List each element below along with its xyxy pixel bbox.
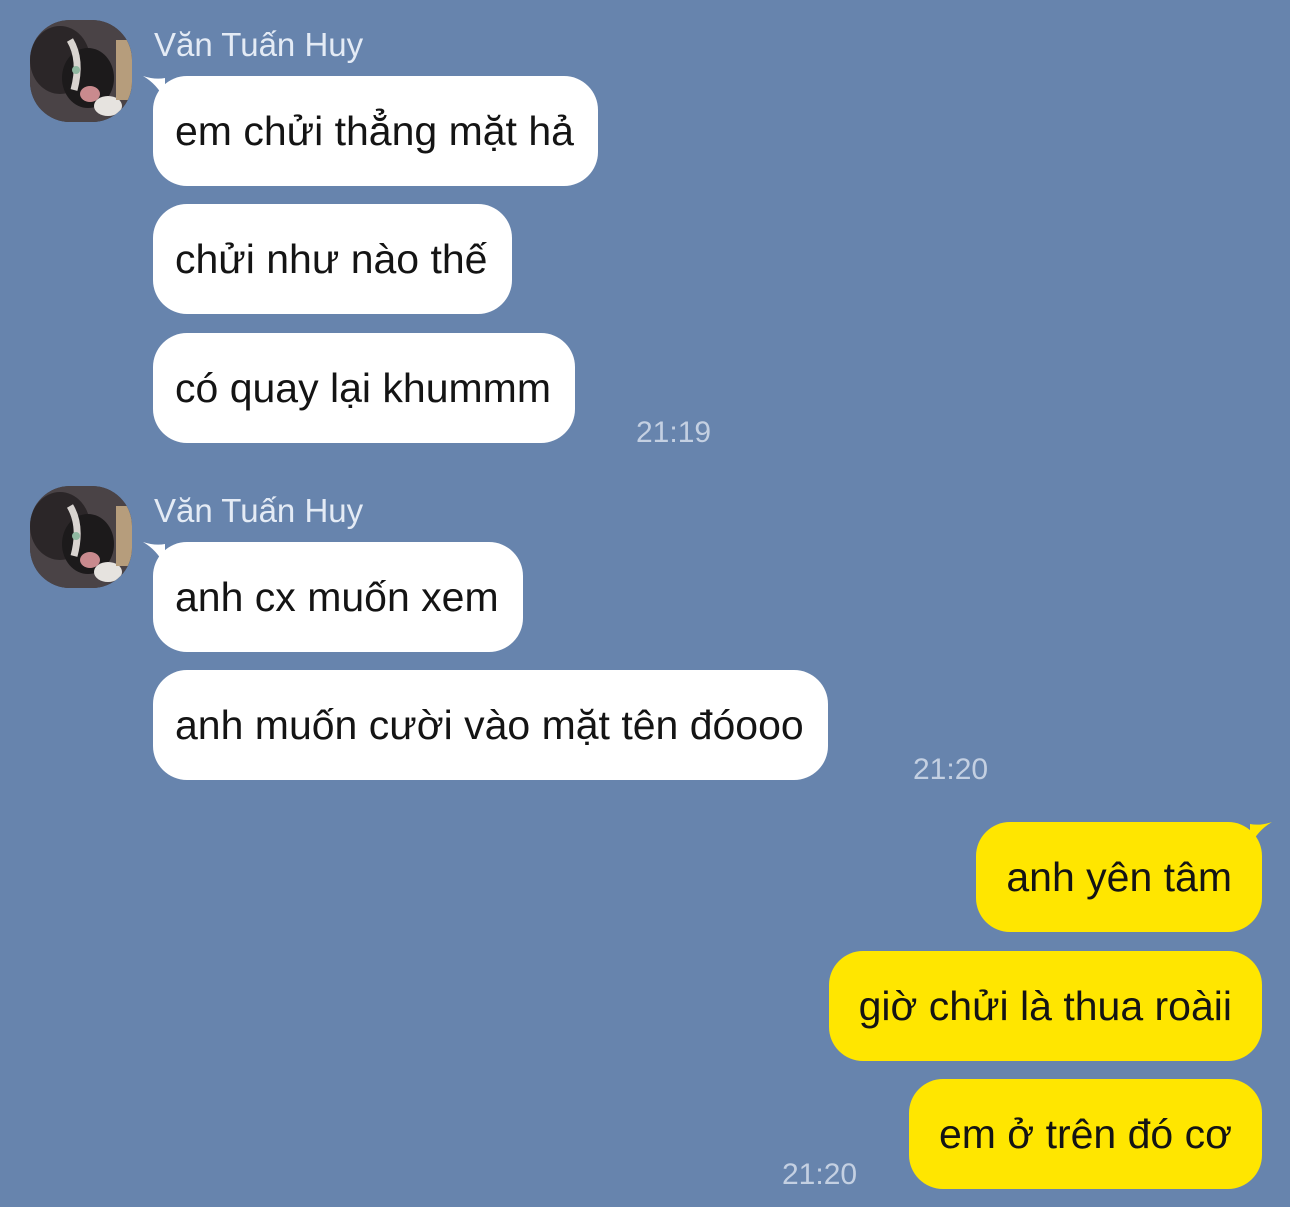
message-bubble-incoming[interactable]: anh cx muốn xem <box>143 542 523 652</box>
cat-avatar-icon <box>30 486 132 588</box>
message-timestamp: 21:20 <box>913 753 989 786</box>
message-bubble-incoming[interactable]: chửi như nào thế <box>153 204 512 314</box>
message-text: giờ chửi là thua roàii <box>858 983 1232 1029</box>
message-text: có quay lại khummm <box>175 365 551 411</box>
message-timestamp: 21:19 <box>636 416 712 449</box>
message-text: em chửi thẳng mặt hả <box>175 108 574 154</box>
bubble-tail-icon <box>1250 822 1272 846</box>
message-text: chửi như nào thế <box>175 236 488 282</box>
message-bubble-outgoing[interactable]: em ở trên đó cơ <box>908 1079 1262 1189</box>
bubble-tail-icon <box>143 542 165 566</box>
message-bubble-incoming[interactable]: em chửi thẳng mặt hả <box>143 76 598 186</box>
sender-avatar[interactable] <box>30 20 132 122</box>
message-bubble-outgoing[interactable]: anh yên tâm <box>976 822 1272 932</box>
chat-screen: { "chat": { "background_color": "#6784ad… <box>0 0 1290 1207</box>
message-bubble-outgoing[interactable]: giờ chửi là thua roàii <box>828 951 1262 1061</box>
message-timestamp: 21:20 <box>782 1158 858 1191</box>
cat-avatar-icon <box>30 20 132 122</box>
message-bubble-incoming[interactable]: anh muốn cười vào mặt tên đóooo <box>153 670 828 780</box>
message-text: anh muốn cười vào mặt tên đóooo <box>175 702 804 748</box>
sender-name: Văn Tuấn Huy <box>154 492 364 529</box>
sender-name: Văn Tuấn Huy <box>154 26 364 63</box>
message-bubble-incoming[interactable]: có quay lại khummm <box>153 333 575 443</box>
bubble-tail-icon <box>143 76 165 100</box>
sender-avatar[interactable] <box>30 486 132 588</box>
message-text: anh cx muốn xem <box>175 574 499 620</box>
message-text: em ở trên đó cơ <box>938 1111 1232 1157</box>
message-text: anh yên tâm <box>1006 854 1232 900</box>
